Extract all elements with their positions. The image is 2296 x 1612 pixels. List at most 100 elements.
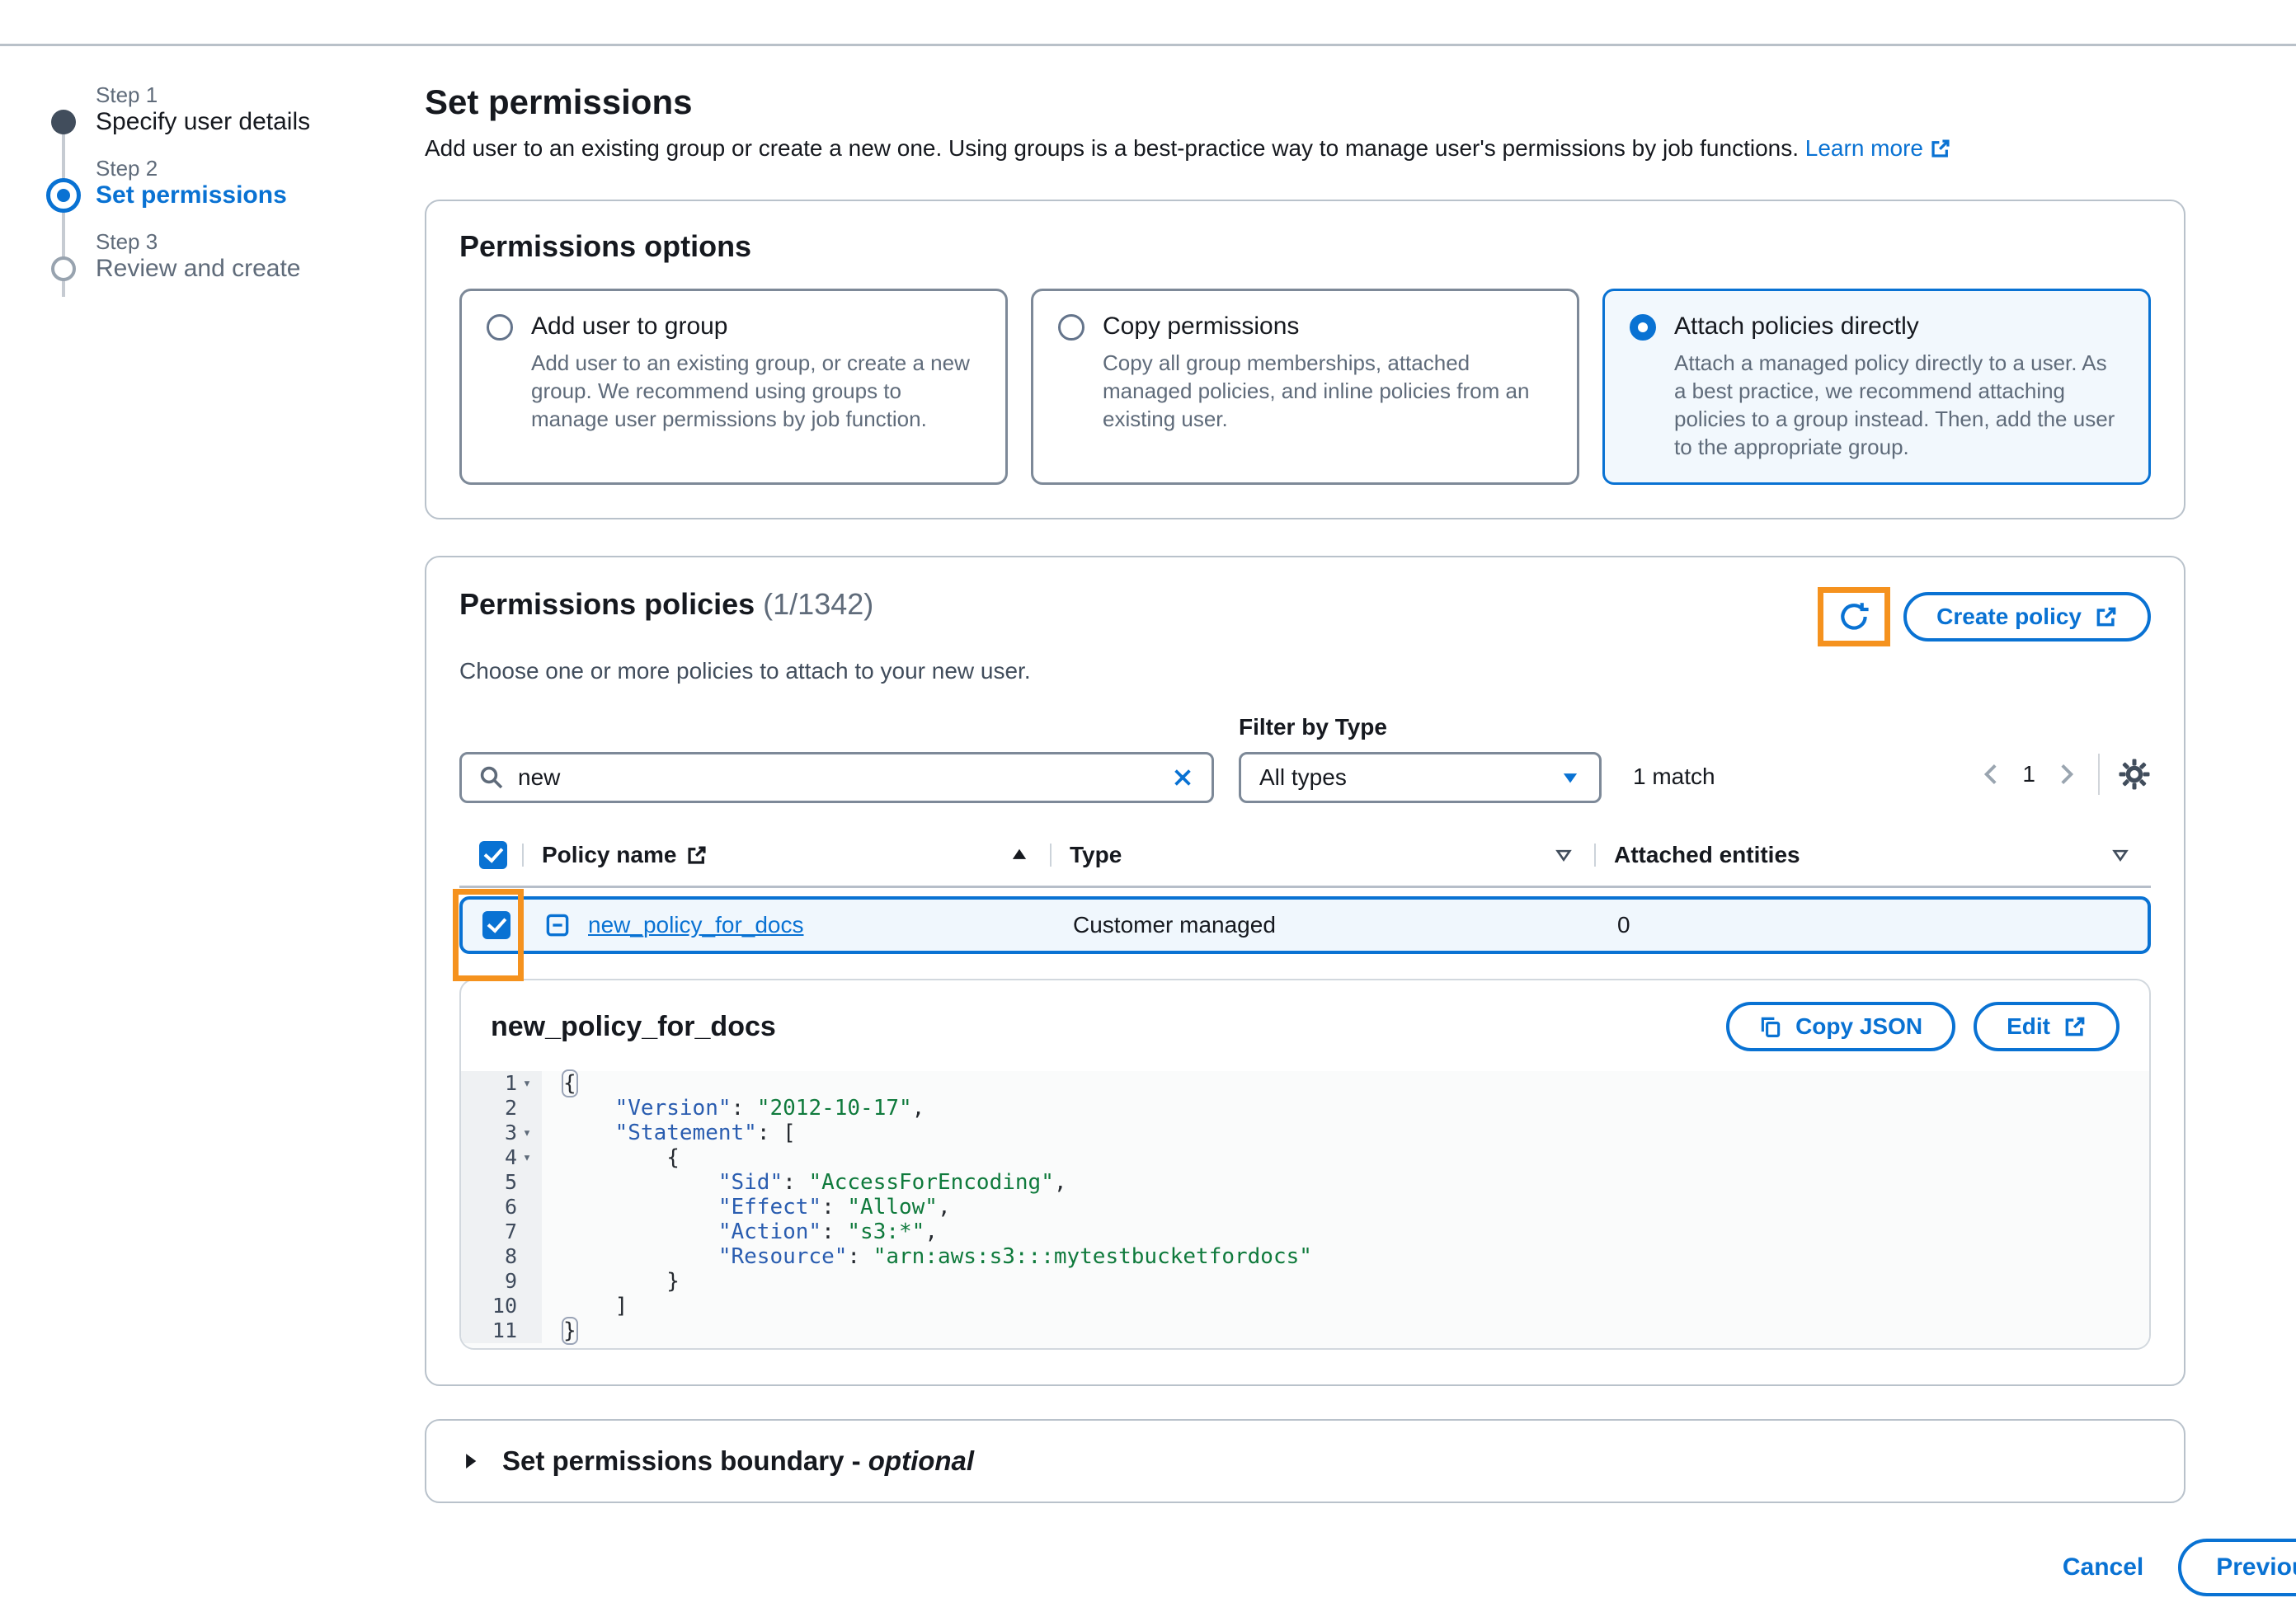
cancel-button[interactable]: Cancel [2063,1553,2143,1581]
external-link-icon [686,844,708,866]
code-text: ] [542,1294,628,1318]
policy-name-link[interactable]: new_policy_for_docs [588,912,804,938]
step-label: Step 1 [96,82,425,107]
previous-page-button[interactable] [1978,760,2006,788]
sort-ascending-icon [1009,844,1030,866]
policies-title-text: Permissions policies [459,587,755,621]
step-item-set-permissions[interactable]: Step 2 Set permissions [49,156,425,210]
line-number: 9 [461,1269,542,1294]
gear-icon [2118,758,2151,791]
previous-label: Previous [2216,1553,2296,1581]
permissions-options-title: Permissions options [459,229,2151,264]
refresh-button[interactable] [1837,599,1871,634]
step-title: Specify user details [96,107,425,137]
page-title: Set permissions [425,82,2185,122]
step-title: Set permissions [96,181,425,210]
previous-button[interactable]: Previous [2178,1539,2296,1596]
type-column-label: Type [1070,842,1122,868]
policy-detail-header: new_policy_for_docs Copy JSON Edit [461,980,2149,1071]
code-text: } [542,1318,576,1343]
row-attached-entities-cell: 0 [1597,912,2148,938]
permissions-boundary-expander[interactable]: Set permissions boundary - optional [425,1419,2185,1503]
code-line: 10 ] [461,1294,2149,1318]
external-link-icon [2063,1015,2087,1038]
minus-square-icon [545,913,570,938]
step-label: Step 3 [96,229,425,254]
policy-json-editor[interactable]: 1▾{2 "Version": "2012-10-17",3▾ "Stateme… [461,1071,2149,1348]
table-row[interactable]: new_policy_for_docs Customer managed 0 [459,896,2151,954]
boundary-title-text: Set permissions boundary - [502,1445,861,1476]
select-all-header-cell [459,841,522,869]
fold-caret-icon[interactable]: ▾ [517,1071,537,1096]
next-page-button[interactable] [2052,760,2080,788]
step-upcoming-icon [51,256,76,281]
permissions-options-card: Permissions options Add user to group Ad… [425,200,2185,519]
pagination: 1 [1978,754,2151,803]
option-title: Add user to group [531,313,981,341]
option-copy-permissions[interactable]: Copy permissions Copy all group membersh… [1031,289,1579,485]
fold-caret-icon[interactable]: ▾ [517,1145,537,1170]
policies-count: (1/1342) [763,587,873,621]
column-header-policy-name[interactable]: Policy name [522,842,1050,868]
filter-by-type-label: Filter by Type [1239,714,1602,740]
code-text: "Version": "2012-10-17", [542,1096,925,1121]
external-link-icon [2095,605,2118,628]
create-policy-label: Create policy [1936,604,2082,630]
code-line: 1▾{ [461,1071,2149,1096]
code-text: { [542,1145,680,1170]
policy-search-input[interactable] [518,764,1157,791]
code-line: 5 "Sid": "AccessForEncoding", [461,1170,2149,1195]
line-number: 8 [461,1244,542,1269]
code-line: 11} [461,1318,2149,1343]
policies-table: Policy name Type [459,833,2151,954]
column-header-attached-entities[interactable]: Attached entities [1594,842,2151,868]
learn-more-link[interactable]: Learn more [1805,135,1951,162]
table-settings-button[interactable] [2118,758,2151,791]
option-attach-policies-directly[interactable]: Attach policies directly Attach a manage… [1602,289,2151,485]
filter-type-value: All types [1259,764,1347,791]
collapse-row-button[interactable] [545,913,570,938]
learn-more-label: Learn more [1805,135,1923,162]
boundary-optional-text: optional [868,1445,974,1476]
copy-json-button[interactable]: Copy JSON [1726,1002,1955,1051]
row-checkbox[interactable] [482,911,510,939]
create-policy-button[interactable]: Create policy [1903,592,2151,642]
option-add-user-to-group[interactable]: Add user to group Add user to an existin… [459,289,1008,485]
clear-search-button[interactable] [1170,765,1195,790]
column-header-type[interactable]: Type [1050,842,1594,868]
radio-unselected-icon[interactable] [1058,314,1084,341]
code-line: 7 "Action": "s3:*", [461,1220,2149,1244]
edit-policy-button[interactable]: Edit [1974,1002,2120,1051]
policies-title: Permissions policies (1/1342) [459,587,873,622]
code-text: "Sid": "AccessForEncoding", [542,1170,1067,1195]
policies-table-header: Policy name Type [459,833,2151,888]
permissions-options-row: Add user to group Add user to an existin… [459,289,2151,485]
code-text: } [542,1269,680,1294]
fold-caret-icon[interactable]: ▾ [517,1121,537,1145]
attached-entities-column-label: Attached entities [1614,842,1800,868]
main-content: Set permissions Add user to an existing … [425,82,2185,1612]
pager-divider [2098,754,2100,795]
step-item-specify-user-details[interactable]: Step 1 Specify user details [49,82,425,137]
filter-by-type-group: Filter by Type All types [1239,714,1602,803]
permissions-policies-card: Permissions policies (1/1342) Create pol… [425,556,2185,1386]
radio-selected-icon[interactable] [1630,314,1656,341]
radio-unselected-icon[interactable] [487,314,513,341]
step-complete-icon [51,110,76,134]
policy-detail-panel: new_policy_for_docs Copy JSON Edit [459,979,2151,1350]
line-number: 7 [461,1220,542,1244]
line-number: 2 [461,1096,542,1121]
line-number: 3▾ [461,1121,542,1145]
policy-detail-title: new_policy_for_docs [491,1011,776,1043]
option-title: Copy permissions [1103,313,1552,341]
code-text: { [542,1071,576,1096]
code-text: "Effect": "Allow", [542,1195,951,1220]
policy-search-box[interactable] [459,752,1214,803]
step-item-review-and-create[interactable]: Step 3 Review and create [49,229,425,284]
edit-label: Edit [2007,1013,2050,1040]
filter-triangle-icon [2110,844,2131,866]
select-all-checkbox[interactable] [479,841,507,869]
line-number: 5 [461,1170,542,1195]
filter-type-dropdown[interactable]: All types [1239,752,1602,803]
policies-subtitle: Choose one or more policies to attach to… [459,658,2151,684]
